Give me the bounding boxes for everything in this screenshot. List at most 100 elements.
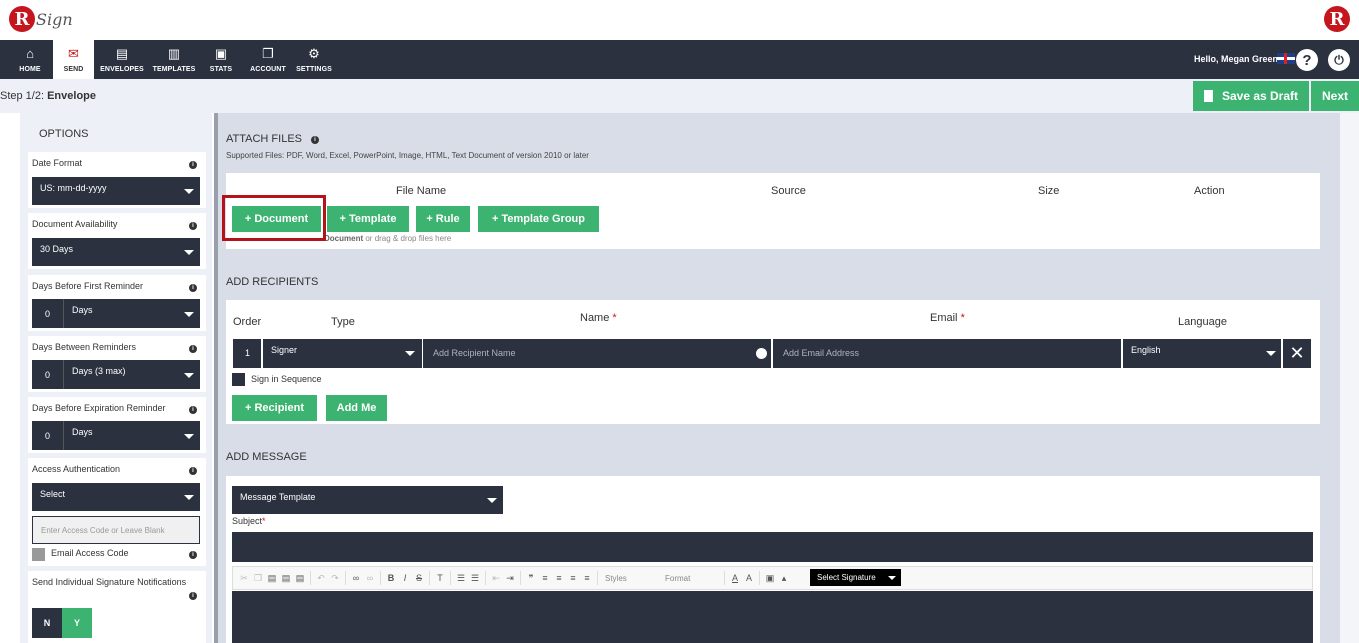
info-icon[interactable]: i: [189, 345, 197, 353]
recipient-type-select[interactable]: Signer: [263, 339, 422, 368]
col-name: Name *: [580, 312, 617, 324]
align-right-icon[interactable]: ≡: [568, 573, 578, 583]
outdent-icon[interactable]: ⇤: [491, 573, 501, 584]
paste-text-icon[interactable]: ▤: [281, 573, 291, 584]
info-icon[interactable]: i: [189, 161, 197, 169]
step-prefix: Step 1/2:: [0, 90, 48, 102]
align-center-icon[interactable]: ≡: [554, 573, 564, 583]
select-signature-dropdown[interactable]: Select Signature: [810, 569, 901, 586]
between-reminders-days-input[interactable]: 0: [32, 360, 64, 389]
paste-word-icon[interactable]: ▤: [295, 573, 305, 584]
redo-icon[interactable]: ↷: [330, 573, 340, 584]
info-icon[interactable]: i: [189, 592, 197, 600]
remove-recipient-close-icon[interactable]: ✕: [1283, 339, 1311, 368]
first-reminder-days-input[interactable]: 0: [32, 299, 64, 328]
align-left-icon[interactable]: ≡: [540, 573, 550, 583]
help-icon[interactable]: ?: [1296, 49, 1318, 71]
nav-stats[interactable]: ▣ STATS: [203, 40, 239, 79]
chevron-down-icon: [184, 189, 194, 194]
format-dropdown[interactable]: Format: [661, 574, 721, 583]
bg-color-icon[interactable]: A: [744, 573, 754, 583]
nav-envelopes[interactable]: ▤ ENVELOPES: [98, 40, 146, 79]
message-template-select[interactable]: Message Template: [232, 486, 503, 514]
next-button[interactable]: Next: [1311, 81, 1359, 111]
justify-icon[interactable]: ≡: [582, 573, 592, 583]
expiration-reminder-unit-select[interactable]: Days: [64, 421, 200, 450]
email-access-code-label: Email Access Code: [51, 548, 129, 558]
recipient-email-input[interactable]: Add Email Address: [773, 339, 1121, 368]
access-auth-select[interactable]: Select: [32, 483, 200, 511]
info-icon[interactable]: i: [189, 406, 197, 414]
copy-icon[interactable]: ❐: [253, 573, 263, 584]
access-code-input[interactable]: Enter Access Code or Leave Blank: [32, 516, 200, 544]
notifications-yes-button[interactable]: Y: [62, 608, 92, 638]
doc-availability-select[interactable]: 30 Days: [32, 238, 200, 266]
remove-format-icon[interactable]: T: [435, 573, 445, 583]
paste-icon[interactable]: ▤: [267, 573, 277, 584]
nav-account[interactable]: ❐ ACCOUNT: [248, 40, 288, 79]
bullet-list-icon[interactable]: ☰: [470, 573, 480, 584]
nav-settings-label: SETTINGS: [296, 65, 332, 73]
info-icon[interactable]: i: [311, 136, 319, 144]
power-icon[interactable]: ⏻: [1328, 49, 1350, 71]
first-reminder-card: Days Before First Reminder i 0 Days: [28, 275, 206, 331]
italic-icon[interactable]: I: [400, 573, 410, 583]
info-icon[interactable]: i: [189, 467, 197, 475]
date-format-select[interactable]: US: mm-dd-yyyy: [32, 177, 200, 205]
nav-templates[interactable]: ▥ TEMPLATES: [152, 40, 196, 79]
blockquote-icon[interactable]: ❞: [526, 573, 536, 584]
sign-in-sequence-checkbox[interactable]: [232, 373, 245, 386]
message-body-editor[interactable]: [232, 591, 1313, 643]
undo-icon[interactable]: ↶: [316, 573, 326, 584]
info-icon[interactable]: i: [189, 551, 197, 559]
text-color-icon[interactable]: A: [730, 573, 740, 583]
toolbar-divider: [310, 571, 311, 585]
user-greeting[interactable]: Hello, Megan Greene: [1194, 54, 1283, 64]
bold-icon[interactable]: B: [386, 573, 396, 583]
doc-availability-card: Document Availability i 30 Days: [28, 213, 206, 269]
first-reminder-unit-select[interactable]: Days: [64, 299, 200, 328]
nav-home[interactable]: ⌂ HOME: [10, 40, 50, 79]
image-icon[interactable]: ▣: [765, 573, 775, 584]
unlink-icon[interactable]: ∞: [365, 573, 375, 583]
link-icon[interactable]: ∞: [351, 573, 361, 583]
add-me-button[interactable]: Add Me: [326, 395, 387, 421]
top-header: R Sign R: [0, 0, 1359, 40]
recipient-language-value: English: [1131, 345, 1161, 355]
nav-settings[interactable]: ⚙ SETTINGS: [294, 40, 334, 79]
indent-icon[interactable]: ⇥: [505, 573, 515, 584]
styles-dropdown[interactable]: Styles: [601, 574, 661, 583]
chevron-down-icon: [405, 351, 415, 356]
add-recipient-button[interactable]: + Recipient: [232, 395, 317, 421]
recipient-order[interactable]: 1: [233, 339, 261, 368]
uk-flag-icon[interactable]: [1277, 53, 1295, 64]
save-draft-button[interactable]: Save as Draft: [1193, 81, 1309, 111]
cut-icon[interactable]: ✂: [239, 573, 249, 584]
add-rule-button[interactable]: + Rule: [416, 206, 470, 232]
expiration-reminder-days-input[interactable]: 0: [32, 421, 64, 450]
nav-send[interactable]: ✉ SEND: [53, 40, 94, 79]
email-access-code-checkbox[interactable]: [32, 548, 45, 561]
recipient-language-select[interactable]: English: [1123, 339, 1281, 368]
step-name: Envelope: [47, 90, 96, 102]
rsign-logo[interactable]: R Sign: [9, 6, 73, 32]
add-recipients-title: ADD RECIPIENTS: [226, 276, 319, 288]
col-source: Source: [771, 185, 806, 197]
add-template-group-button[interactable]: + Template Group: [478, 206, 599, 232]
recipient-name-input[interactable]: Add Recipient Name: [423, 339, 771, 368]
strike-icon[interactable]: S: [414, 573, 424, 583]
main-nav: ⌂ HOME ✉ SEND ▤ ENVELOPES ▥ TEMPLATES ▣ …: [0, 40, 1359, 79]
add-template-button[interactable]: + Template: [327, 206, 409, 232]
stamp-icon[interactable]: ▴: [779, 573, 789, 584]
notifications-no-button[interactable]: N: [32, 608, 62, 638]
numbered-list-icon[interactable]: ☰: [456, 573, 466, 584]
contact-icon[interactable]: [756, 348, 767, 359]
col-name-label: Name: [580, 312, 610, 324]
page-scrollbar[interactable]: [1340, 113, 1359, 643]
info-icon[interactable]: i: [189, 284, 197, 292]
supported-files-text: Supported Files: PDF, Word, Excel, Power…: [226, 151, 589, 160]
between-reminders-unit-select[interactable]: Days (3 max): [64, 360, 200, 389]
subject-input[interactable]: [232, 532, 1313, 562]
info-icon[interactable]: i: [189, 222, 197, 230]
step-bar: Step 1/2: Envelope: [0, 79, 1359, 113]
